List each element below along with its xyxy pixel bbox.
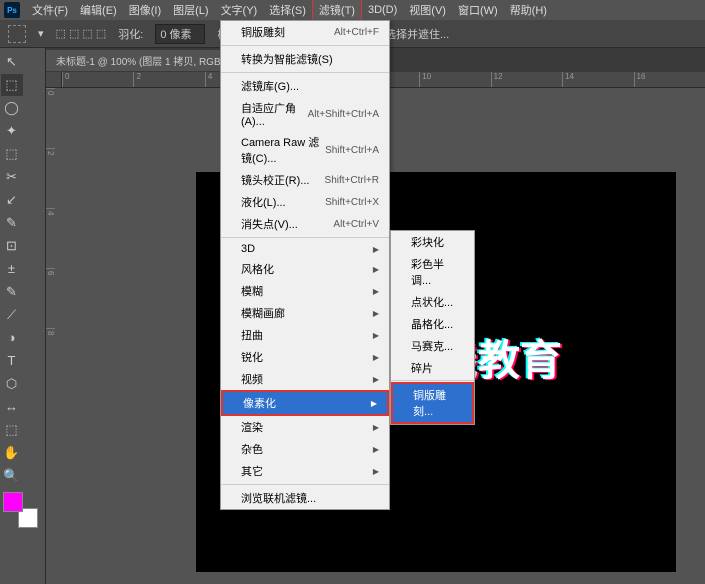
wand-tool[interactable]: ✦: [1, 120, 23, 142]
feather-input[interactable]: 0 像素: [155, 24, 205, 44]
menu-view[interactable]: 视图(V): [403, 0, 452, 20]
filter-blur-gallery[interactable]: 模糊画廊▶: [221, 302, 389, 324]
feather-label: 羽化:: [118, 26, 143, 42]
path-tool[interactable]: ↔: [1, 396, 23, 418]
heal-tool[interactable]: ±: [1, 258, 23, 280]
pixelate-crystallize[interactable]: 晶格化...: [391, 313, 474, 335]
filter-adaptive-wide[interactable]: 自适应广角(A)...Alt+Shift+Ctrl+A: [221, 97, 389, 131]
ruler-corner: [46, 72, 62, 88]
gradient-tool[interactable]: ⟋: [1, 304, 23, 326]
pen-tool[interactable]: ⬡: [1, 373, 23, 395]
filter-gallery[interactable]: 滤镜库(G)...: [221, 75, 389, 97]
filter-other[interactable]: 其它▶: [221, 460, 389, 482]
marquee-icon[interactable]: [8, 25, 26, 43]
pencil-tool[interactable]: ✎: [1, 281, 23, 303]
dodge-tool[interactable]: ◑: [1, 327, 23, 349]
select-mask-button[interactable]: 选择并遮住...: [385, 26, 449, 42]
pixelate-color-halftone[interactable]: 彩色半调...: [391, 253, 474, 291]
slice-tool[interactable]: ✂: [1, 166, 23, 188]
menubar: Ps 文件(F) 编辑(E) 图像(I) 图层(L) 文字(Y) 选择(S) 滤…: [0, 0, 705, 20]
filter-vanishing-point[interactable]: 消失点(V)...Alt+Ctrl+V: [221, 213, 389, 235]
menu-edit[interactable]: 编辑(E): [74, 0, 123, 20]
filter-distort[interactable]: 扭曲▶: [221, 324, 389, 346]
pixelate-submenu: 彩块化 彩色半调... 点状化... 晶格化... 马赛克... 碎片 铜版雕刻…: [390, 230, 475, 425]
tools-panel: ↖ ⬚ ◯ ✦ ⬚ ✂ ↙ ✎ ⊡ ± ✎ ⟋ ◑ T ⬡ ↔ ⬚ ✋ 🔍: [0, 48, 46, 584]
filter-stylize[interactable]: 风格化▶: [221, 258, 389, 280]
filter-last[interactable]: 铜版雕刻Alt+Ctrl+F: [221, 21, 389, 43]
menu-select[interactable]: 选择(S): [263, 0, 312, 20]
filter-convert-smart[interactable]: 转换为智能滤镜(S): [221, 48, 389, 70]
filter-browse-online[interactable]: 浏览联机滤镜...: [221, 487, 389, 509]
filter-render[interactable]: 渲染▶: [221, 416, 389, 438]
filter-liquify[interactable]: 液化(L)...Shift+Ctrl+X: [221, 191, 389, 213]
filter-video[interactable]: 视频▶: [221, 368, 389, 390]
shape-tool[interactable]: ⬚: [1, 419, 23, 441]
type-tool[interactable]: T: [1, 350, 23, 372]
menu-filter[interactable]: 滤镜(T): [312, 0, 362, 21]
menu-window[interactable]: 窗口(W): [452, 0, 504, 20]
stamp-tool[interactable]: ⊡: [1, 235, 23, 257]
filter-camera-raw[interactable]: Camera Raw 滤镜(C)...Shift+Ctrl+A: [221, 131, 389, 169]
hand-tool[interactable]: ✋: [1, 442, 23, 464]
menu-help[interactable]: 帮助(H): [504, 0, 553, 20]
move-tool[interactable]: ↖: [1, 51, 23, 73]
pixelate-mosaic[interactable]: 马赛克...: [391, 335, 474, 357]
filter-blur[interactable]: 模糊▶: [221, 280, 389, 302]
lasso-tool[interactable]: ◯: [1, 97, 23, 119]
color-swatches[interactable]: [3, 492, 42, 532]
pixelate-mezzotint[interactable]: 铜版雕刻...: [391, 382, 474, 424]
menu-type[interactable]: 文字(Y): [215, 0, 264, 20]
pixelate-fragment[interactable]: 碎片: [391, 357, 474, 379]
brush-tool[interactable]: ✎: [1, 212, 23, 234]
crop-tool[interactable]: ⬚: [1, 143, 23, 165]
pixelate-pointillize[interactable]: 点状化...: [391, 291, 474, 313]
filter-3d[interactable]: 3D▶: [221, 240, 389, 258]
tab-title: 未标题-1 @ 100% (图层 1 拷贝, RGB/8#) *: [56, 53, 245, 68]
menu-3d[interactable]: 3D(D): [362, 2, 403, 18]
zoom-tool[interactable]: 🔍: [1, 465, 23, 487]
filter-lens-correction[interactable]: 镜头校正(R)...Shift+Ctrl+R: [221, 169, 389, 191]
marquee-tool[interactable]: ⬚: [1, 74, 23, 96]
filter-sharpen[interactable]: 锐化▶: [221, 346, 389, 368]
menu-layer[interactable]: 图层(L): [167, 0, 214, 20]
menu-file[interactable]: 文件(F): [26, 0, 74, 20]
menu-image[interactable]: 图像(I): [123, 0, 167, 20]
filter-noise[interactable]: 杂色▶: [221, 438, 389, 460]
filter-menu: 铜版雕刻Alt+Ctrl+F 转换为智能滤镜(S) 滤镜库(G)... 自适应广…: [220, 20, 390, 510]
app-icon: Ps: [4, 2, 20, 18]
eyedropper-tool[interactable]: ↙: [1, 189, 23, 211]
foreground-color[interactable]: [3, 492, 23, 512]
pixelate-facet[interactable]: 彩块化: [391, 231, 474, 253]
filter-pixelate[interactable]: 像素化▶: [221, 390, 389, 416]
